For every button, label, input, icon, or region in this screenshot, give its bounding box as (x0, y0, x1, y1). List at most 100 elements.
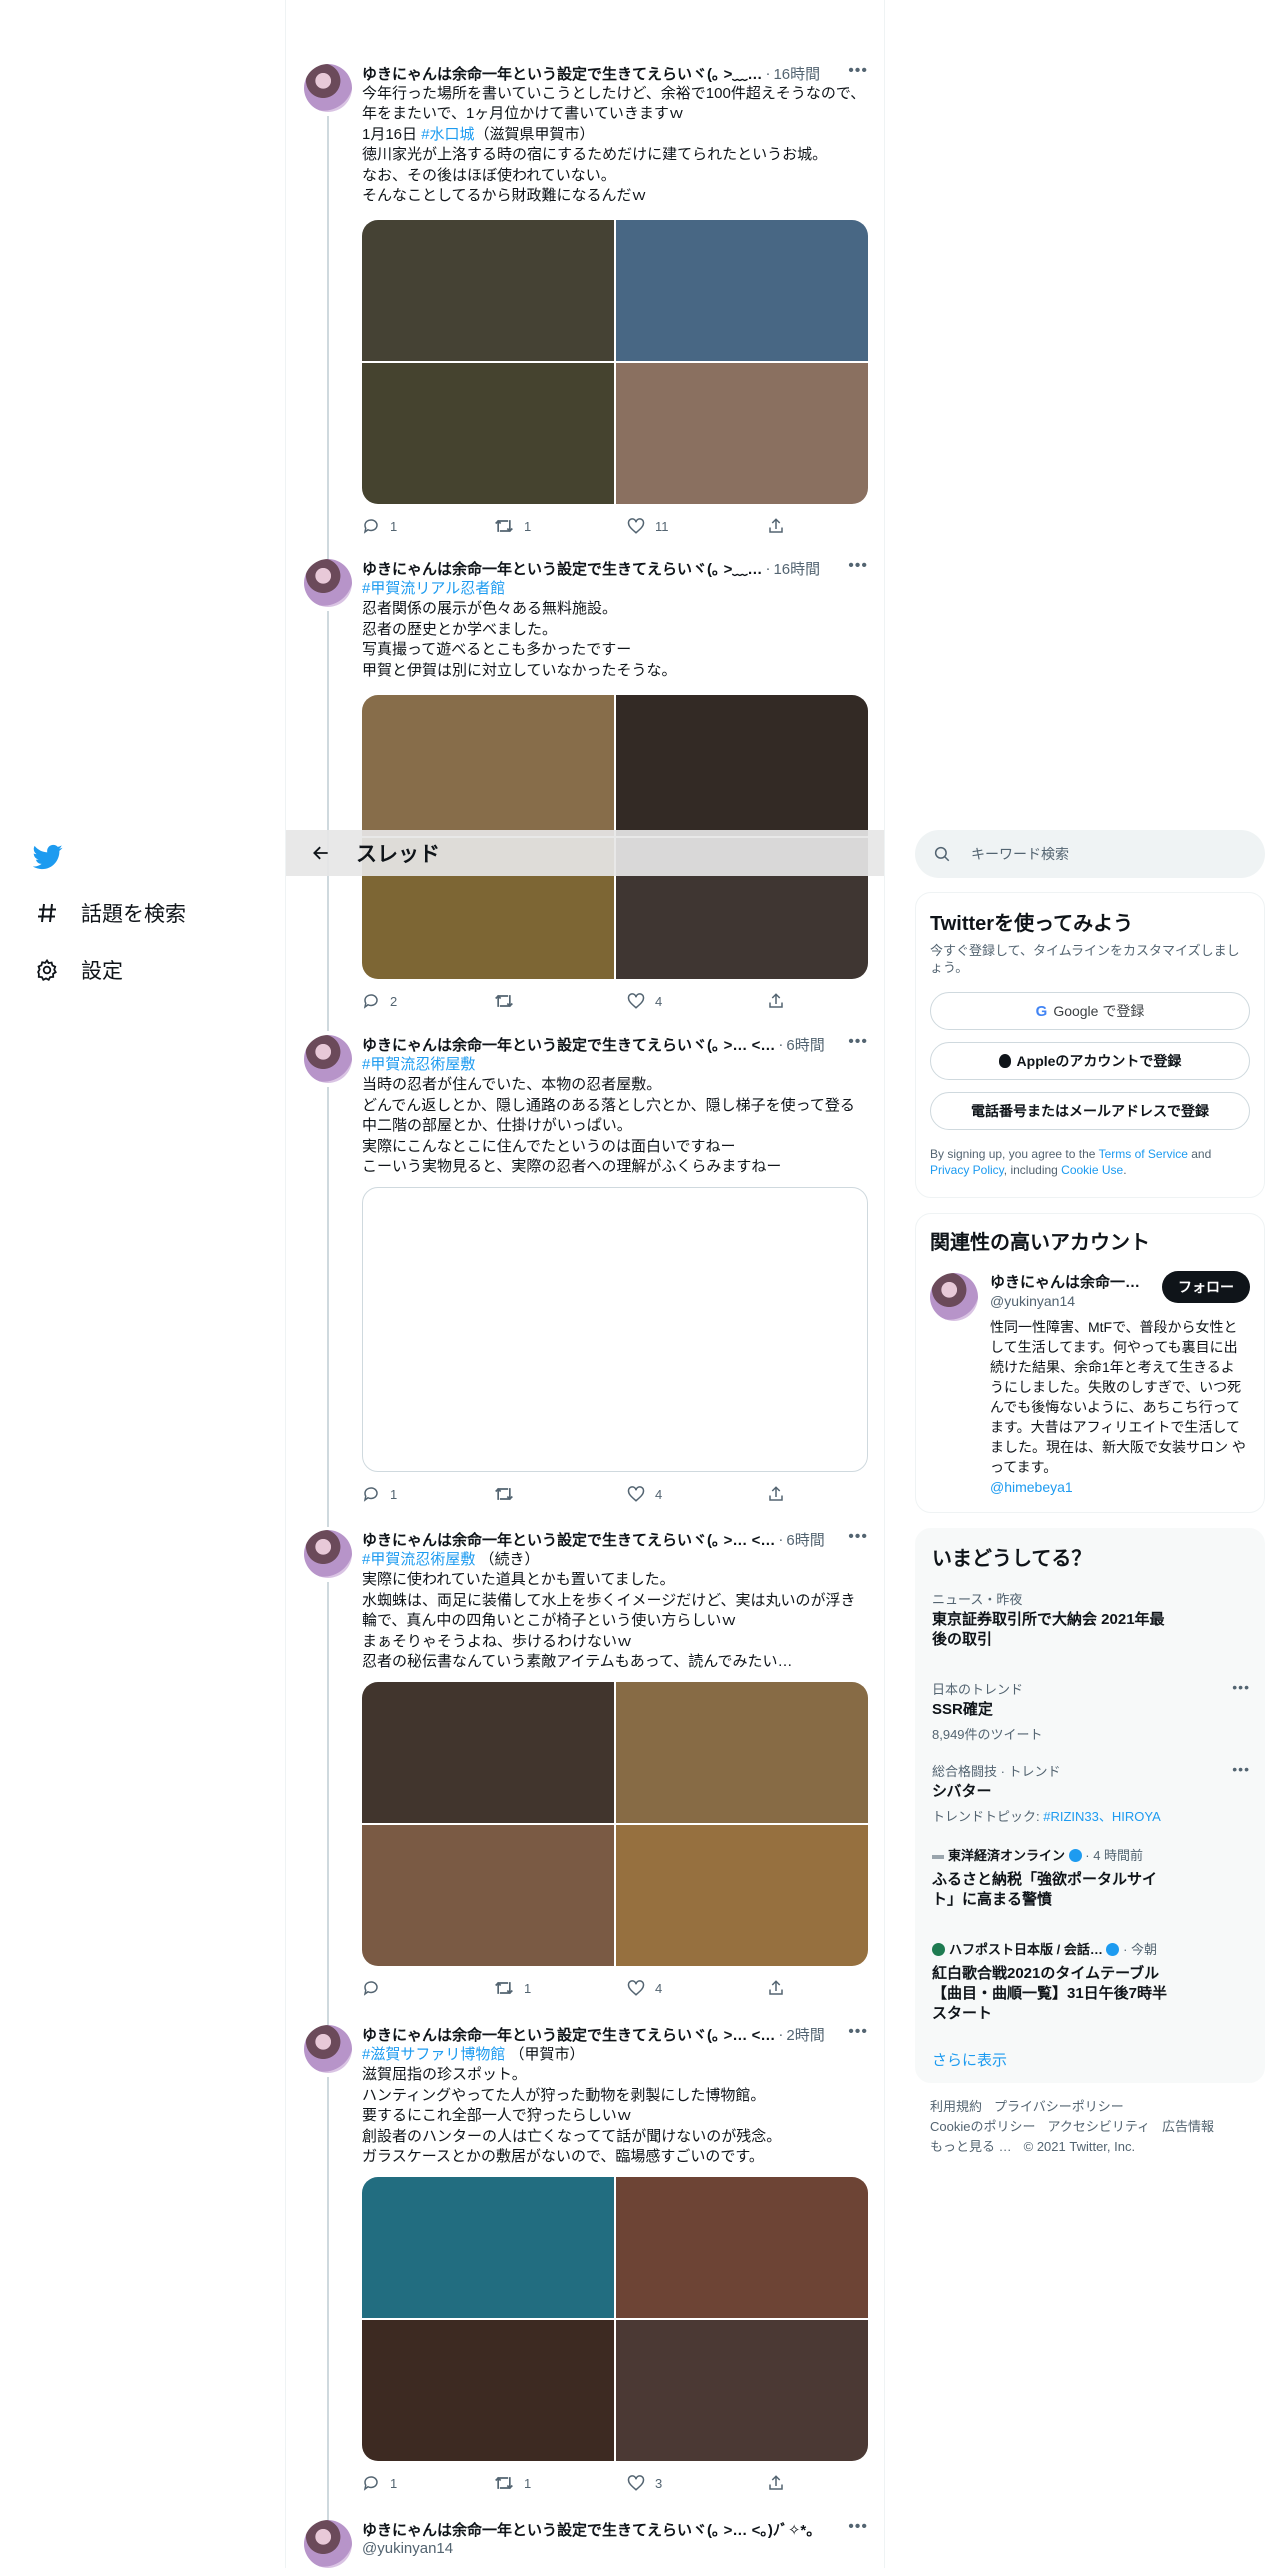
media-photo[interactable] (362, 1682, 614, 1824)
reply-button[interactable]: 1 (362, 2474, 397, 2492)
media-photo[interactable] (362, 695, 614, 837)
trend-item[interactable]: ニュース・昨夜 東京証券取引所で大納会 2021年最後の取引 (932, 1589, 1250, 1650)
media-photo[interactable] (616, 1682, 868, 1824)
trend-item[interactable]: ハフポスト日本版 / 会話… · 今朝 紅白歌合戦2021のタイムテーブル【曲目… (932, 1939, 1250, 2024)
retweet-button[interactable] (494, 992, 524, 1010)
related-account[interactable]: ゆきにゃんは余命一… @yukinyan14 フォロー 性同一性障害、MtFで、… (930, 1265, 1250, 1505)
tweet-time[interactable]: 16時間 (773, 63, 820, 84)
tweet-media-grid[interactable] (362, 220, 868, 505)
trend-item[interactable]: 日本のトレンド SSR確定 8,949件のツイート ••• (932, 1679, 1250, 1743)
tweet-media-grid[interactable] (362, 2177, 868, 2462)
author-name[interactable]: ゆきにゃんは余命一年という設定で生きてえらいヾ(｡ >﹏… (362, 558, 762, 579)
reply-button[interactable]: 1 (362, 517, 397, 535)
more-options-icon[interactable]: ••• (848, 557, 868, 575)
related-account-handle[interactable]: @yukinyan14 (990, 1293, 1075, 1309)
media-photo[interactable] (616, 2177, 868, 2319)
avatar[interactable] (304, 1530, 352, 1578)
more-options-icon[interactable]: ••• (848, 1033, 868, 1051)
footer-cookie-link[interactable]: Cookieのポリシー (930, 2119, 1035, 2134)
tweet-time[interactable]: 6時間 (786, 1529, 824, 1550)
media-photo[interactable] (616, 1825, 868, 1967)
bio-link[interactable]: @himebeya1 (990, 1479, 1073, 1495)
media-photo[interactable] (616, 2320, 868, 2462)
avatar[interactable] (304, 559, 352, 607)
footer-terms-link[interactable]: 利用規約 (930, 2099, 982, 2114)
share-button[interactable] (767, 992, 785, 1010)
footer-accessibility-link[interactable]: アクセシビリティ (1047, 2119, 1150, 2134)
media-photo[interactable] (362, 2320, 614, 2462)
more-options-icon[interactable]: ••• (848, 2023, 868, 2041)
author-name[interactable]: ゆきにゃんは余命一年という設定で生きてえらいヾ(｡ >… <… (362, 1529, 775, 1550)
more-options-icon[interactable]: ••• (1232, 1761, 1250, 1777)
like-button[interactable]: 11 (627, 517, 669, 535)
author-name[interactable]: ゆきにゃんは余命一年という設定で生きてえらいヾ(｡ >… <｡)ﾉﾞ✧*。 (362, 2519, 821, 2540)
media-photo[interactable] (362, 1825, 614, 1967)
reply-button[interactable]: 2 (362, 992, 397, 1010)
author-name[interactable]: ゆきにゃんは余命一年という設定で生きてえらいヾ(｡ >﹏… (362, 63, 762, 84)
media-photo[interactable] (616, 695, 868, 837)
trend-topic-links[interactable]: #RIZIN33、HIROYA (1043, 1809, 1161, 1824)
more-options-icon[interactable]: ••• (848, 62, 868, 80)
show-more-link[interactable]: さらに表示 (932, 2049, 1007, 2070)
trend-item[interactable]: 総合格闘技 · トレンド シバター トレンドトピック: #RIZIN33、HIR… (932, 1761, 1250, 1825)
media-photo[interactable] (362, 363, 614, 505)
hashtag-link[interactable]: #甲賀流忍術屋敷 (362, 1551, 475, 1568)
trend-item[interactable]: 東洋経済オンライン · 4 時間前 ふるさと納税「強欲ポータルサイト」に高まる警… (932, 1845, 1250, 1910)
tweet-media-grid[interactable] (362, 1682, 868, 1967)
more-options-icon[interactable]: ••• (1232, 1679, 1250, 1695)
more-options-icon[interactable]: ••• (848, 1528, 868, 1546)
nav-explore[interactable]: 話題を検索 (33, 893, 186, 933)
avatar[interactable] (304, 2025, 352, 2073)
tweet-media-placeholder[interactable] (362, 1187, 868, 1473)
cookie-link[interactable]: Cookie Use (1061, 1163, 1123, 1177)
author-name[interactable]: ゆきにゃんは余命一年という設定で生きてえらいヾ(｡ >… <… (362, 1034, 775, 1055)
avatar[interactable] (930, 1273, 978, 1321)
hashtag-link[interactable]: #滋賀サファリ博物館 (362, 2046, 505, 2063)
trend-source: 東洋経済オンライン (948, 1848, 1066, 1863)
reply-button[interactable]: 1 (362, 1485, 397, 1503)
author-handle[interactable]: @yukinyan14 (362, 2540, 868, 2557)
footer-ads-link[interactable]: 広告情報 (1162, 2119, 1214, 2134)
tweet-time[interactable]: 16時間 (773, 558, 820, 579)
like-button[interactable]: 3 (627, 2474, 662, 2492)
like-button[interactable]: 4 (627, 1979, 662, 1997)
media-photo[interactable] (362, 2177, 614, 2319)
terms-link[interactable]: Terms of Service (1099, 1147, 1188, 1161)
like-button[interactable]: 4 (627, 992, 662, 1010)
more-options-icon[interactable]: ••• (848, 2518, 868, 2536)
avatar[interactable] (304, 2520, 352, 2568)
retweet-button[interactable] (494, 1485, 524, 1503)
hashtag-link[interactable]: #甲賀流リアル忍者館 (362, 579, 868, 599)
footer-more-link[interactable]: もっと見る … (930, 2139, 1012, 2154)
google-signup-button[interactable]: G Google で登録 (930, 992, 1250, 1030)
media-photo[interactable] (616, 220, 868, 362)
retweet-button[interactable]: 1 (494, 2474, 531, 2492)
footer-privacy-link[interactable]: プライバシーポリシー (994, 2099, 1124, 2114)
retweet-button[interactable]: 1 (494, 517, 531, 535)
hashtag-link[interactable]: #甲賀流忍術屋敷 (362, 1055, 868, 1075)
tweet-time[interactable]: 2時間 (786, 2024, 824, 2045)
twitter-logo-icon[interactable] (32, 842, 63, 872)
reply-button[interactable] (362, 1979, 390, 1997)
nav-settings[interactable]: 設定 (33, 950, 123, 990)
media-photo[interactable] (616, 363, 868, 505)
privacy-link[interactable]: Privacy Policy (930, 1163, 1004, 1177)
share-button[interactable] (767, 1485, 785, 1503)
search-input[interactable]: キーワード検索 (915, 830, 1265, 878)
avatar[interactable] (304, 64, 352, 112)
apple-signup-button[interactable]: Appleのアカウントで登録 (930, 1042, 1250, 1080)
share-button[interactable] (767, 517, 785, 535)
tweet-time[interactable]: 6時間 (786, 1034, 824, 1055)
phone-email-signup-button[interactable]: 電話番号またはメールアドレスで登録 (930, 1092, 1250, 1130)
avatar[interactable] (304, 1035, 352, 1083)
like-button[interactable]: 4 (627, 1485, 662, 1503)
share-button[interactable] (767, 2474, 785, 2492)
share-button[interactable] (767, 1979, 785, 1997)
follow-button[interactable]: フォロー (1162, 1271, 1250, 1303)
media-photo[interactable] (362, 220, 614, 362)
related-account-name[interactable]: ゆきにゃんは余命一… (990, 1271, 1140, 1292)
back-button[interactable] (294, 843, 348, 863)
author-name[interactable]: ゆきにゃんは余命一年という設定で生きてえらいヾ(｡ >… <… (362, 2024, 775, 2045)
retweet-button[interactable]: 1 (494, 1979, 531, 1997)
hashtag-link[interactable]: #水口城 (421, 126, 474, 143)
